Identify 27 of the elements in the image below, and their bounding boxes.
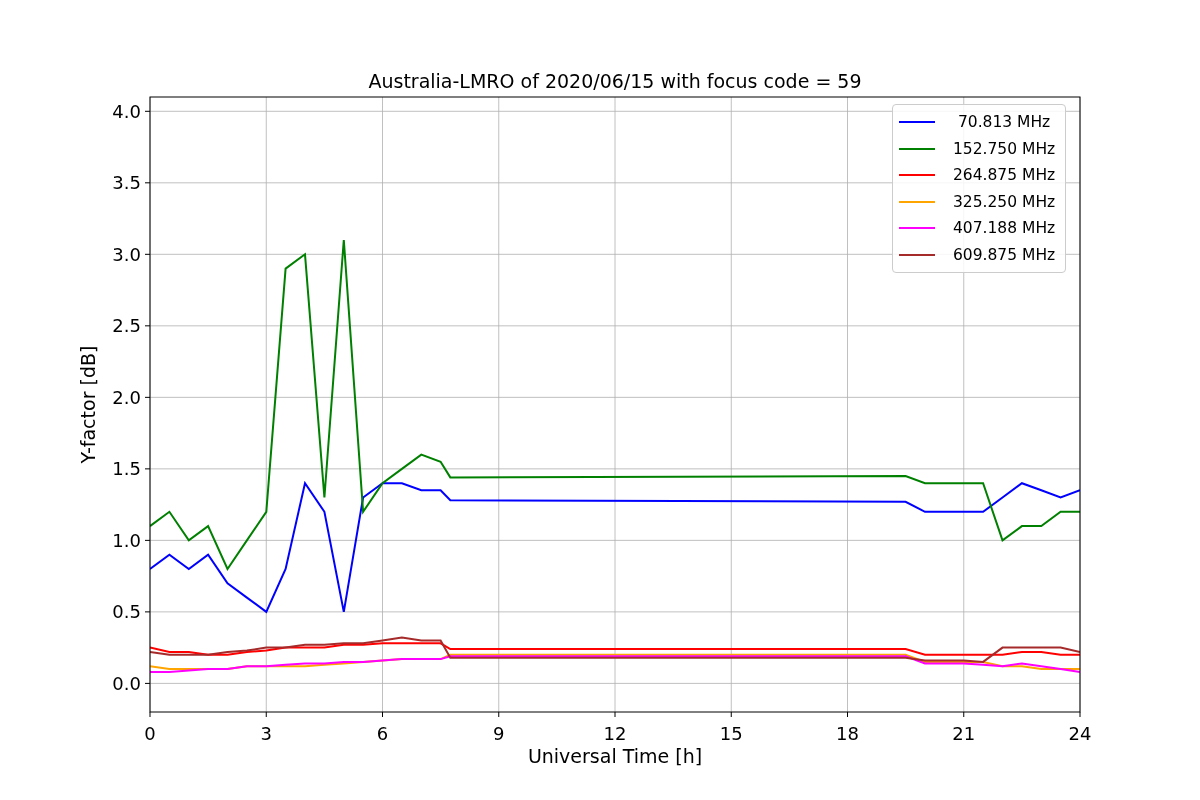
y-tick-label: 0.5	[112, 601, 141, 623]
x-tick-label: 24	[1068, 723, 1092, 744]
x-axis-label: Universal Time [h]	[527, 745, 703, 767]
legend-label: 264.875 MHz	[953, 166, 1056, 185]
x-tick-label: 15	[719, 723, 743, 744]
y-axis-label: Y-factor [dB]	[77, 345, 99, 464]
legend-label: 609.875 MHz	[953, 245, 1056, 264]
y-tick-label: 4.0	[112, 100, 141, 122]
legend-label: 325.250 MHz	[953, 192, 1056, 211]
legend-label: 152.750 MHz	[953, 139, 1056, 158]
y-tick-label: 3.0	[112, 243, 141, 265]
x-tick-label: 0	[144, 723, 156, 744]
x-tick-label: 21	[952, 723, 976, 744]
y-tick-label: 3.5	[112, 172, 141, 194]
chart-title: Australia-LMRO of 2020/06/15 with focus code = 59	[368, 70, 862, 92]
x-tick-label: 3	[260, 723, 272, 744]
y-tick-label: 2.5	[112, 315, 141, 337]
x-tick-label: 6	[376, 723, 389, 744]
y-tick-label: 1.5	[112, 458, 141, 480]
legend-label: 407.188 MHz	[953, 219, 1056, 238]
x-tick-label: 12	[603, 723, 627, 744]
y-tick-label: 0.0	[112, 672, 141, 694]
y-tick-label: 2.0	[112, 386, 141, 408]
legend-label: 70.813 MHz	[956, 113, 1051, 132]
y-tick-label: 1.0	[112, 529, 141, 551]
x-tick-label: 9	[493, 723, 505, 744]
x-tick-label: 18	[836, 723, 859, 744]
